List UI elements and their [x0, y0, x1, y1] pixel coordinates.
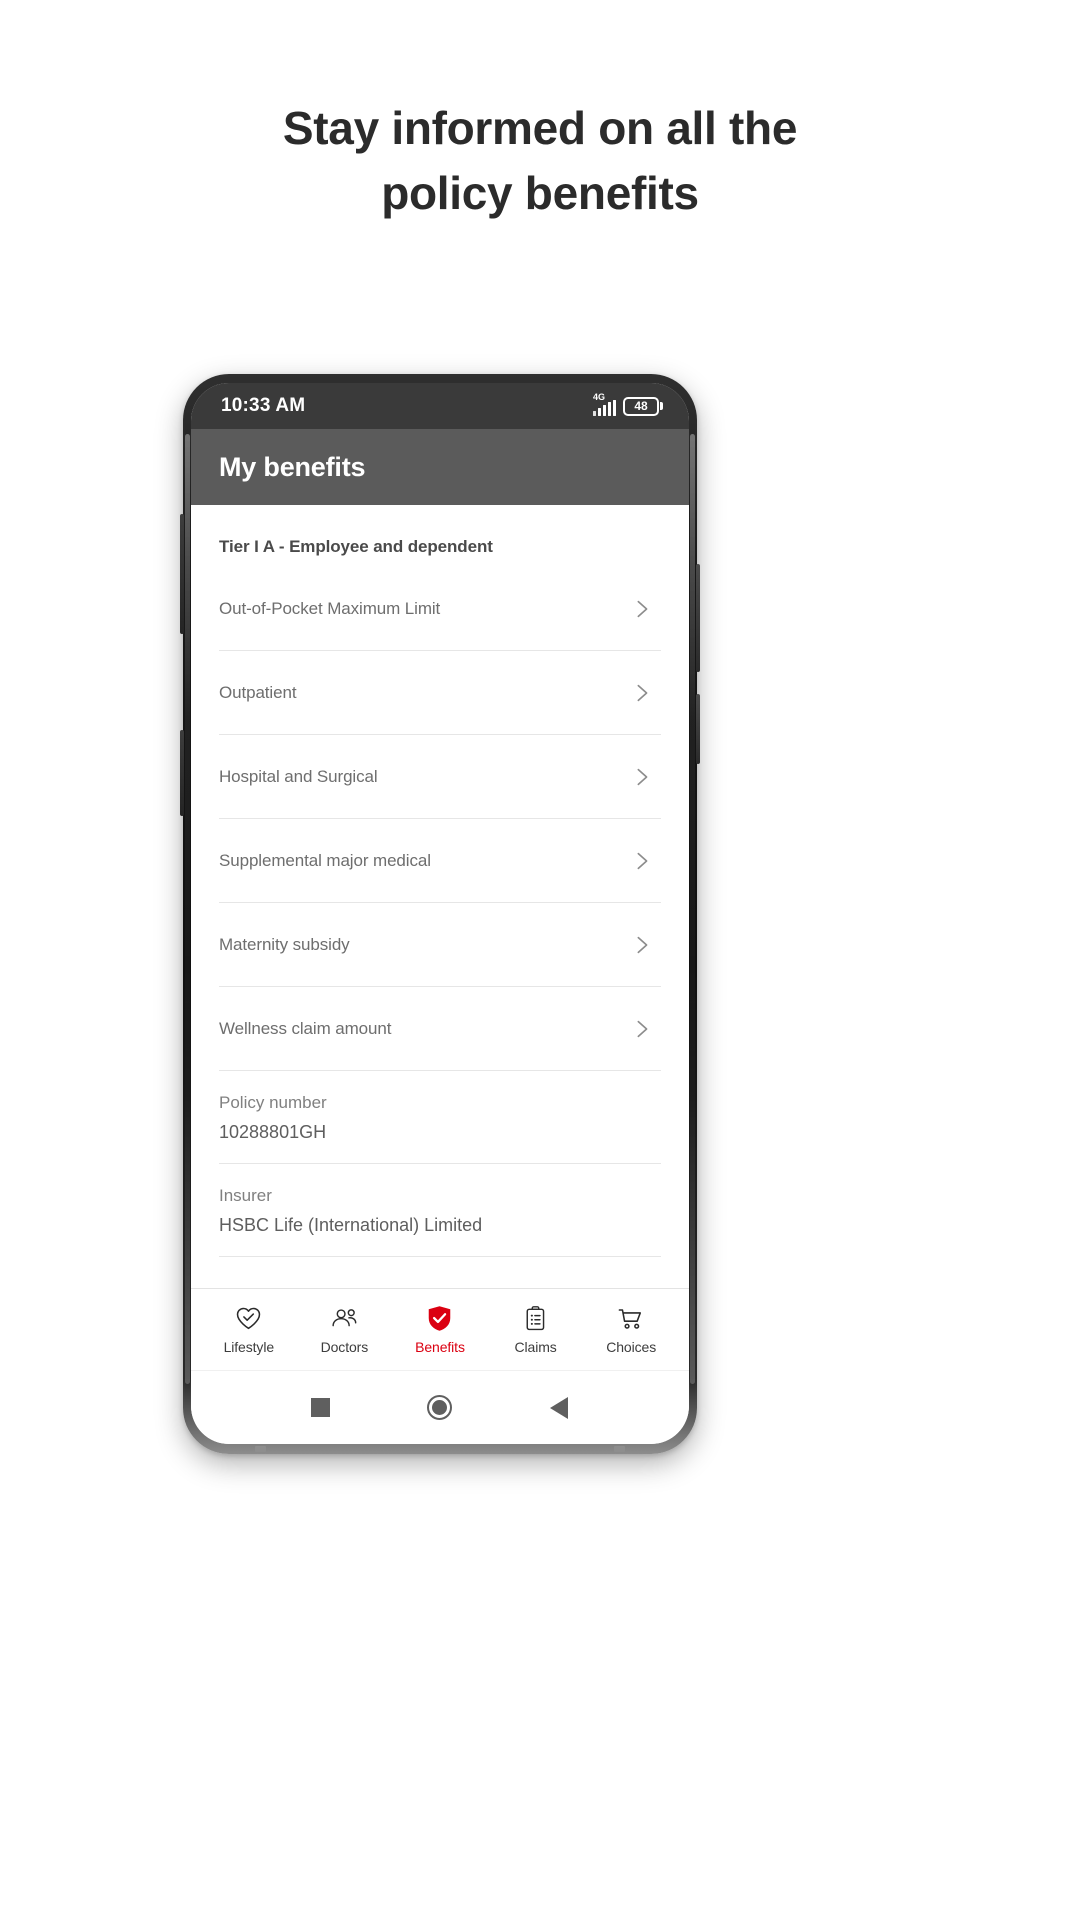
heart-check-icon [235, 1305, 262, 1333]
headline-line-2: policy benefits [381, 167, 699, 220]
marketing-headline: Stay informed on all the policy benefits [0, 96, 1080, 227]
phone-screen: 10:33 AM 4G 48 My benefits Tier I A - Em [191, 383, 689, 1444]
tab-choices[interactable]: Choices [583, 1305, 679, 1355]
benefit-row-wellness-claim-amount[interactable]: Wellness claim amount [219, 987, 661, 1071]
battery-cap [660, 402, 663, 410]
status-time: 10:33 AM [221, 395, 306, 416]
tier-title: Tier I A - Employee and dependent [219, 537, 493, 556]
info-row-insurer: Insurer HSBC Life (International) Limite… [219, 1164, 661, 1257]
info-value: HSBC Life (International) Limited [219, 1215, 483, 1235]
status-icons: 4G 48 [593, 392, 663, 416]
benefit-row-out-of-pocket-maximum-limit[interactable]: Out-of-Pocket Maximum Limit [219, 567, 661, 651]
headline-line-1: Stay informed on all the [282, 102, 798, 154]
page-title: My benefits [219, 451, 366, 482]
cellular-signal-icon: 4G [593, 392, 616, 416]
info-label: Insurer [219, 1186, 272, 1205]
info-value: 10288801GH [219, 1122, 327, 1142]
volume-down-button[interactable] [180, 730, 184, 816]
chevron-right-icon [631, 850, 653, 872]
circle-home-icon[interactable] [420, 1388, 460, 1428]
benefit-row-label: Hospital and Surgical [219, 766, 378, 786]
shield-check-icon [427, 1305, 452, 1333]
assistant-button[interactable] [696, 694, 700, 764]
tab-lifestyle[interactable]: Lifestyle [201, 1305, 297, 1355]
tab-label: Doctors [320, 1338, 369, 1355]
chevron-right-icon [631, 682, 653, 704]
tab-benefits[interactable]: Benefits [392, 1305, 488, 1355]
benefit-row-label: Maternity subsidy [219, 934, 350, 954]
chevron-right-icon [631, 598, 653, 620]
chevron-right-icon [631, 1018, 653, 1040]
square-recents-icon[interactable] [301, 1388, 341, 1428]
status-bar: 10:33 AM 4G 48 [191, 383, 689, 429]
chevron-right-icon [631, 934, 653, 956]
chevron-right-icon [631, 766, 653, 788]
info-row-policy-number: Policy number 10288801GH [219, 1071, 661, 1164]
tab-label: Claims [514, 1338, 557, 1355]
battery-level-label: 48 [623, 396, 659, 416]
tab-doctors[interactable]: Doctors [297, 1305, 393, 1355]
benefit-row-maternity-subsidy[interactable]: Maternity subsidy [219, 903, 661, 987]
triangle-back-icon[interactable] [539, 1388, 579, 1428]
tab-label: Benefits [415, 1338, 465, 1355]
tab-label: Choices [606, 1338, 657, 1355]
benefit-row-supplemental-major-medical[interactable]: Supplemental major medical [219, 819, 661, 903]
benefit-row-outpatient[interactable]: Outpatient [219, 651, 661, 735]
tab-claims[interactable]: Claims [488, 1305, 584, 1355]
battery-icon: 48 [623, 396, 663, 416]
benefits-content[interactable]: Tier I A - Employee and dependent Out-of… [191, 505, 689, 1288]
signal-bars-icon [593, 400, 616, 416]
benefit-row-label: Wellness claim amount [219, 1018, 392, 1038]
doctors-icon [330, 1305, 359, 1333]
info-label: Policy number [219, 1093, 327, 1112]
volume-up-button[interactable] [180, 514, 184, 634]
bottom-tab-bar: Lifestyle Doctors Benefits Claims Choice… [191, 1288, 689, 1370]
device-bottom-ports [183, 1446, 697, 1452]
app-header: My benefits [191, 429, 689, 505]
shopping-cart-icon [617, 1305, 646, 1333]
power-button[interactable] [696, 564, 700, 672]
tab-label: Lifestyle [223, 1338, 275, 1355]
phone-device-mockup: 10:33 AM 4G 48 My benefits Tier I A - Em [180, 374, 700, 1454]
benefit-row-label: Outpatient [219, 682, 297, 702]
benefit-row-label: Out-of-Pocket Maximum Limit [219, 598, 441, 618]
benefit-row-label: Supplemental major medical [219, 850, 431, 870]
network-type-label: 4G [593, 392, 606, 402]
clipboard-list-icon [524, 1305, 547, 1333]
benefit-row-hospital-and-surgical[interactable]: Hospital and Surgical [219, 735, 661, 819]
android-navigation-bar [191, 1370, 689, 1444]
